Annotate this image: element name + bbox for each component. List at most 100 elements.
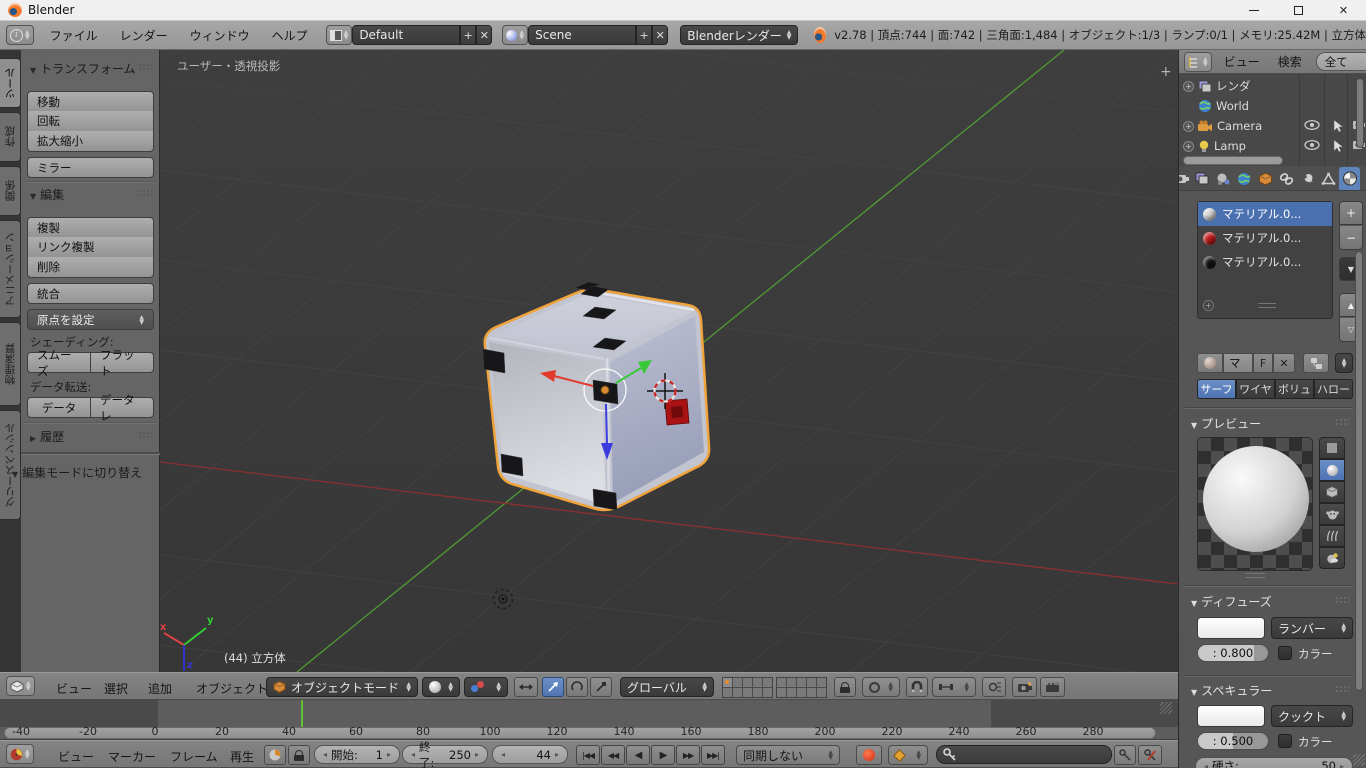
tab-object[interactable] [1255,167,1276,190]
panel-grip[interactable] [1335,596,1349,604]
browse-material-button[interactable] [1197,353,1223,373]
delete-layout-button[interactable]: ✕ [476,25,492,45]
expand-icon[interactable]: + [1183,141,1194,152]
menu-help[interactable]: ヘルプ [272,27,308,44]
material-slot-list[interactable]: マテリアル.0... マテリアル.0... マテリアル.0... + [1197,201,1333,319]
tab-create[interactable]: 作成 [0,112,21,162]
type-surface-button[interactable]: サーフ [1197,379,1236,399]
preview-hair-button[interactable] [1319,525,1345,547]
set-origin-menu[interactable]: 原点を設定 [27,309,154,330]
menu-render[interactable]: レンダー [120,27,168,44]
expand-icon[interactable]: + [1183,121,1194,132]
timeline-scrollbar[interactable] [4,727,1156,739]
viewport-canvas[interactable] [160,50,1178,672]
snap-toggle-button[interactable] [906,677,928,697]
data-layout-button[interactable]: データレ [91,397,154,418]
specular-ramp-checkbox[interactable] [1278,734,1292,748]
menu-frame[interactable]: フレーム [170,748,218,765]
panel-edit-header[interactable]: 編集 [30,186,64,203]
list-resize-grip[interactable] [1258,303,1276,308]
area-resize-corner[interactable] [1160,702,1172,714]
diffuse-color-swatch[interactable] [1197,617,1265,639]
maximize-button[interactable] [1276,0,1321,20]
panel-transform-header[interactable]: トランスフォーム [30,60,136,77]
tab-constraints[interactable] [1276,167,1297,190]
move-button[interactable]: 移動 [27,91,154,112]
operator-panel-header[interactable]: 編集モードに切り替え [12,464,142,481]
preview-flat-button[interactable] [1319,437,1345,459]
editor-type-selector-info[interactable]: i [6,25,34,45]
panel-grip[interactable] [138,431,152,439]
editor-type-selector-timeline[interactable] [6,744,34,764]
minimize-button[interactable] [1231,0,1276,20]
jump-to-start-button[interactable]: |◀◀ [576,745,600,765]
material-slot-item[interactable]: マテリアル.0... [1198,202,1332,226]
unlink-material-button[interactable]: ✕ [1273,353,1295,373]
expand-icon[interactable]: + [1183,81,1194,92]
editor-type-selector-3dview[interactable] [6,676,35,696]
keying-set-mode-select[interactable] [888,745,928,765]
manipulator-toggle-button[interactable] [514,677,538,697]
tab-modifiers[interactable] [1297,167,1318,190]
mirror-button[interactable]: ミラー [27,157,154,178]
lock-frame-button[interactable] [288,745,310,765]
linked-duplicate-button[interactable]: リンク複製 [27,237,154,258]
material-slot-item[interactable]: マテリアル.0... [1198,226,1332,250]
tab-physics[interactable]: 物理演算 [0,322,21,406]
close-button[interactable]: ✕ [1321,0,1366,20]
diffuse-intensity-slider[interactable]: : 0.800 [1197,644,1269,662]
screen-layout-name[interactable]: Default [352,25,460,45]
tab-render-layers[interactable] [1192,167,1213,190]
menu-window[interactable]: ウィンドウ [190,27,250,44]
play-reverse-button[interactable]: ◀ [626,745,650,765]
editor-type-selector-outliner[interactable] [1184,52,1212,72]
tab-tools[interactable]: ツール [0,58,21,108]
duplicate-button[interactable]: 複製 [27,217,154,238]
expand-icon[interactable]: + [1203,300,1214,311]
opengl-render-button[interactable] [1012,677,1037,697]
jump-to-end-button[interactable]: ▶▶| [701,745,725,765]
pin-id-select[interactable] [1335,353,1353,373]
rotate-button[interactable]: 回転 [27,111,154,132]
tab-world[interactable] [1234,167,1255,190]
diffuse-ramp-checkbox[interactable] [1278,646,1292,660]
av-sync-select[interactable]: 同期しない [736,745,840,765]
tab-scene[interactable] [1213,167,1234,190]
add-layout-button[interactable]: + [460,25,476,45]
tab-render[interactable] [1179,167,1192,190]
next-keyframe-button[interactable]: ▶▶ [676,745,700,765]
lamp-object[interactable] [494,590,513,609]
add-material-slot-button[interactable]: + [1339,201,1363,225]
fake-user-button[interactable]: F [1253,353,1273,373]
data-button[interactable]: データ [27,397,91,418]
delete-button[interactable]: 削除 [27,257,154,278]
mode-select[interactable]: オブジェクトモード [266,677,418,697]
previous-keyframe-button[interactable]: ◀◀ [601,745,625,765]
properties-region-expand-icon[interactable]: + [1160,64,1172,80]
remove-material-slot-button[interactable]: − [1339,226,1363,250]
viewport-shading-select[interactable] [422,677,460,697]
outliner-menu-view[interactable]: ビュー [1224,53,1260,70]
tab-material[interactable] [1339,167,1360,190]
menu-file[interactable]: ファイル [50,27,98,44]
scale-button[interactable]: 拡大縮小 [27,131,154,152]
panel-grip[interactable] [1335,418,1349,426]
snap-element-select[interactable] [932,677,976,697]
specular-hardness-slider[interactable]: ◂硬さ: 50▸ [1195,757,1353,768]
preview-monkey-button[interactable] [1319,503,1345,525]
material-name-field[interactable]: マ [1223,353,1253,373]
outliner-item-renderlayers[interactable]: + レンダ [1183,76,1251,96]
area-resize-corner[interactable] [1353,754,1365,766]
menu-view[interactable]: ビュー [56,680,92,697]
shade-flat-button[interactable]: フラット [91,352,154,373]
panel-grip[interactable] [1335,685,1349,693]
outliner-item-camera[interactable]: + Camera [1183,116,1262,136]
auto-keyframe-button[interactable] [856,745,882,765]
outliner-item-world[interactable]: World [1183,96,1249,116]
manipulator-scale-button[interactable] [590,677,612,697]
tab-animation[interactable]: アニメーション [0,220,21,318]
material-nodes-button[interactable] [1303,353,1329,373]
menu-view[interactable]: ビュー [58,748,94,765]
frame-end-field[interactable]: ◂終了: 250▸ [402,745,488,764]
play-button[interactable]: ▶ [651,745,675,765]
